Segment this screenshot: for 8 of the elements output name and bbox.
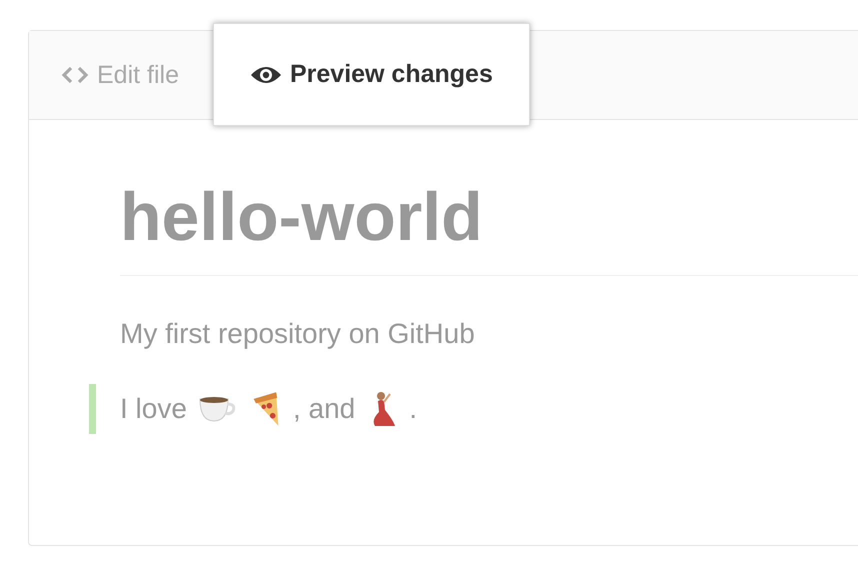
- code-icon: [61, 65, 89, 85]
- tab[interactable]: Preview changes: [212, 23, 530, 126]
- eye-icon: [250, 64, 282, 84]
- heading: hello-world: [120, 180, 858, 276]
- description-text: My first repository on GitHub: [120, 318, 476, 350]
- quote-text: .: [409, 392, 417, 425]
- quote-text: , and: [292, 392, 356, 425]
- quote-text: I love: [120, 392, 187, 425]
